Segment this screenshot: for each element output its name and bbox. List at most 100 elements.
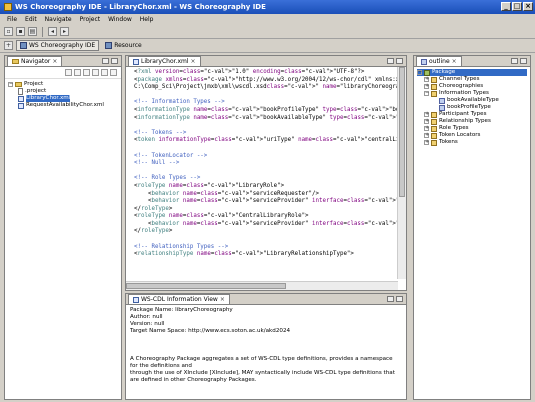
code-line: <!-- Role Types --> <box>134 175 201 182</box>
tab-outline[interactable]: outline × <box>416 56 462 66</box>
tree-item-project[interactable]: − Project <box>8 81 118 88</box>
maximize-view-icon[interactable] <box>396 58 403 64</box>
minimize-button[interactable]: _ <box>501 2 511 11</box>
open-perspective-icon[interactable]: + <box>4 41 13 50</box>
outline-item[interactable]: + Relationship Types <box>417 118 527 125</box>
outline-item[interactable]: bookAvailableType <box>417 97 527 104</box>
close-icon[interactable]: × <box>191 58 196 65</box>
group-icon <box>431 132 437 139</box>
forward-icon[interactable] <box>74 69 81 76</box>
group-icon <box>431 139 437 146</box>
expand-icon[interactable]: + <box>424 140 429 145</box>
expand-icon[interactable]: + <box>424 112 429 117</box>
code-line: <informationType name=class="c-val">"boo… <box>134 106 406 113</box>
tree-item-file[interactable]: .project <box>8 88 118 95</box>
collapse-icon[interactable]: − <box>424 91 429 96</box>
close-icon[interactable]: × <box>452 58 457 65</box>
xml-editor: LibraryChor.xml × <?xml version=class="c… <box>125 55 407 291</box>
outline-item[interactable]: − Information Types <box>417 90 527 97</box>
minimize-view-icon[interactable] <box>387 296 394 302</box>
close-button[interactable]: × <box>523 2 533 11</box>
tree-item-file[interactable]: RequestAvailabilityChor.xml <box>8 102 118 109</box>
main-toolbar: ▫ ▪ ▤ ◂ ▸ <box>0 25 535 39</box>
code-line: <behavior name=class="c-val">"servicePro… <box>134 198 406 205</box>
code-line: </roleType> <box>134 205 173 212</box>
code-line: <package xmlns=class="c-val">"http://www… <box>134 76 400 83</box>
code-line: <roleType name=class="c-val">"LibraryRol… <box>134 182 285 189</box>
perspective-ws-choreography[interactable]: WS Choreography IDE <box>16 40 100 51</box>
outline-item[interactable]: bookProfileType <box>417 104 527 111</box>
maximize-view-icon[interactable] <box>520 58 527 64</box>
maximize-button[interactable]: □ <box>512 2 522 11</box>
close-icon[interactable]: × <box>52 58 57 65</box>
menu-help[interactable]: Help <box>136 16 158 23</box>
horizontal-scrollbar[interactable] <box>126 281 398 290</box>
tab-navigator[interactable]: Navigator × <box>7 56 63 66</box>
group-icon <box>431 83 437 90</box>
back-icon[interactable] <box>65 69 72 76</box>
menu-navigate[interactable]: Navigate <box>41 16 76 23</box>
outline-item[interactable]: + Participant Types <box>417 111 527 118</box>
minimize-view-icon[interactable] <box>102 58 109 64</box>
menu-edit[interactable]: Edit <box>21 16 41 23</box>
back-icon[interactable]: ◂ <box>48 27 57 36</box>
view-menu-icon[interactable] <box>110 69 117 76</box>
tab-library-chor[interactable]: LibraryChor.xml × <box>128 56 201 66</box>
code-area[interactable]: <?xml version=class="c-val">"1.0" encodi… <box>126 67 406 279</box>
expand-icon[interactable]: + <box>424 77 429 82</box>
link-editor-icon[interactable] <box>101 69 108 76</box>
menu-bar: File Edit Navigate Project Window Help <box>0 14 535 25</box>
tab-ws-cdl-info[interactable]: WS-CDL Information View × <box>128 294 230 304</box>
collapse-icon[interactable]: − <box>417 70 422 75</box>
code-line: <behavior name=class="c-val">"serviceReq… <box>134 190 320 197</box>
code-line: <token informationType=class="c-val">"ur… <box>134 137 406 144</box>
code-line: <!-- Information Types --> <box>134 99 225 106</box>
close-icon[interactable]: × <box>220 296 225 303</box>
tree-item-package[interactable]: − Package <box>417 69 527 76</box>
navigator-toolbar <box>5 67 121 79</box>
minimize-view-icon[interactable] <box>387 58 394 64</box>
up-icon[interactable] <box>83 69 90 76</box>
maximize-view-icon[interactable] <box>111 58 118 64</box>
window-title: WS Choreography IDE - LibraryChor.xml - … <box>15 3 266 11</box>
menu-project[interactable]: Project <box>76 16 105 23</box>
perspective-resource[interactable]: Resource <box>102 41 145 50</box>
group-icon <box>431 76 437 83</box>
expand-icon[interactable]: + <box>424 133 429 138</box>
vertical-scrollbar[interactable] <box>397 67 406 279</box>
scroll-thumb[interactable] <box>399 67 405 197</box>
collapse-icon[interactable]: − <box>8 82 13 87</box>
menu-window[interactable]: Window <box>104 16 136 23</box>
outline-item[interactable]: + Token Locators <box>417 132 527 139</box>
outline-item[interactable]: + Channel Types <box>417 76 527 83</box>
maximize-view-icon[interactable] <box>396 296 403 302</box>
outline-item[interactable]: + Choreographies <box>417 83 527 90</box>
outline-item[interactable]: + Role Types <box>417 125 527 132</box>
expand-icon[interactable]: + <box>424 126 429 131</box>
save-icon[interactable]: ▪ <box>16 27 25 36</box>
group-icon <box>431 125 437 132</box>
group-icon <box>431 90 437 97</box>
new-icon[interactable]: ▫ <box>4 27 13 36</box>
element-icon <box>439 104 445 111</box>
scroll-thumb[interactable] <box>126 283 286 289</box>
code-line: <!-- TokenLocator --> <box>134 152 208 159</box>
package-icon <box>424 69 430 76</box>
toolbar-separator <box>42 26 43 37</box>
forward-icon[interactable]: ▸ <box>60 27 69 36</box>
code-line: <relationshipType name=class="c-val">"Li… <box>134 251 354 258</box>
info-text: Package Name: libraryChoreography Author… <box>130 307 395 383</box>
print-icon[interactable]: ▤ <box>28 27 37 36</box>
code-line: <?xml version=class="c-val">"1.0" encodi… <box>134 69 365 75</box>
tree-item-file[interactable]: LibraryChor.xml <box>8 95 118 102</box>
expand-icon[interactable]: + <box>424 84 429 89</box>
outline-item[interactable]: + Tokens <box>417 139 527 146</box>
perspective-icon <box>20 42 27 49</box>
expand-icon[interactable]: + <box>424 119 429 124</box>
collapse-all-icon[interactable] <box>92 69 99 76</box>
minimize-view-icon[interactable] <box>511 58 518 64</box>
group-icon <box>431 118 437 125</box>
menu-file[interactable]: File <box>3 16 21 23</box>
resource-icon <box>105 42 113 49</box>
